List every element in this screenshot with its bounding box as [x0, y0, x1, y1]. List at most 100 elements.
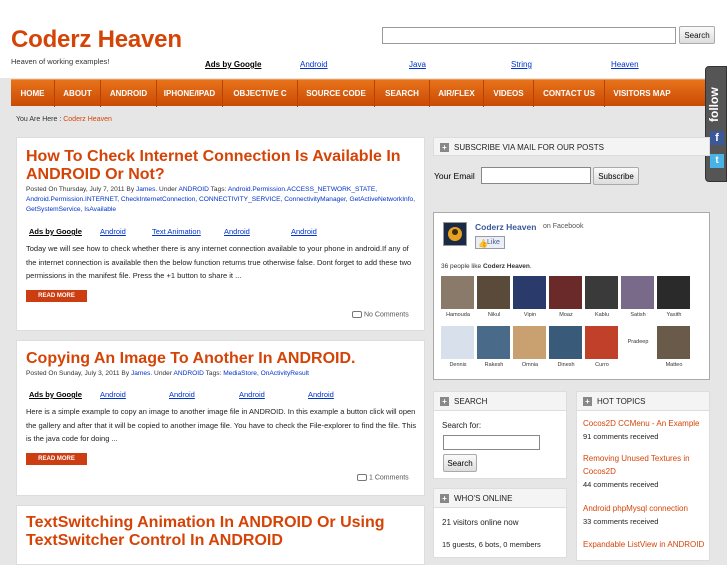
- site-title[interactable]: Coderz Heaven: [11, 26, 182, 54]
- ad-link[interactable]: Android: [291, 227, 317, 236]
- hot-topic-link[interactable]: Removing Unused Textures in Cocos2D: [583, 454, 690, 476]
- fb-fan-avatar[interactable]: [513, 326, 546, 359]
- fb-fan-avatar[interactable]: [477, 326, 510, 359]
- post-excerpt: Here is a simple example to copy an imag…: [26, 407, 417, 443]
- fb-fan-name[interactable]: Vipin: [510, 312, 550, 318]
- ad-link[interactable]: Android: [100, 227, 126, 236]
- email-field[interactable]: [481, 167, 591, 184]
- hot-topic-count: 91 comments received: [583, 432, 659, 441]
- subscribe-title: + SUBSCRIBE VIA MAIL FOR OUR POSTS: [433, 137, 710, 156]
- search-widget-title-text: SEARCH: [454, 397, 488, 406]
- post-author[interactable]: James: [131, 370, 150, 377]
- ad-link[interactable]: Android: [239, 390, 265, 399]
- fb-fan-name[interactable]: Rakesh: [474, 362, 514, 368]
- page-avatar[interactable]: [443, 222, 467, 246]
- expand-icon[interactable]: +: [583, 397, 592, 406]
- fb-fan-avatar[interactable]: [585, 276, 618, 309]
- fb-fan-name[interactable]: Dennis: [438, 362, 478, 368]
- fb-fan-avatar[interactable]: [513, 276, 546, 309]
- expand-icon[interactable]: +: [440, 397, 449, 406]
- fb-fan-avatar[interactable]: [549, 326, 582, 359]
- hot-topic-link[interactable]: Cocos2D CCMenu - An Example: [583, 419, 700, 428]
- hot-topic-link[interactable]: Android phpMysql connection: [583, 504, 688, 513]
- nav-iphone-ipad[interactable]: IPHONE/IPAD: [157, 80, 223, 107]
- ads-by-google-link[interactable]: Ads by Google: [205, 60, 261, 69]
- ad-link[interactable]: Android: [224, 227, 250, 236]
- twitter-icon[interactable]: t: [710, 154, 724, 168]
- nav-home[interactable]: HOME: [11, 80, 55, 107]
- search-button[interactable]: Search: [443, 454, 477, 472]
- post-tags[interactable]: MediaStore, OnActivityResult: [223, 370, 309, 377]
- fb-fan-avatar[interactable]: [657, 326, 690, 359]
- hot-topics-widget: + HOT TOPICS Cocos2D CCMenu - An Example 9…: [576, 391, 710, 561]
- nav-search[interactable]: SEARCH: [375, 80, 430, 107]
- fb-fan-avatar[interactable]: [549, 276, 582, 309]
- post-ad-row: Ads by Google Android Android Android An…: [29, 390, 419, 402]
- ad-link-heaven[interactable]: Heaven: [611, 60, 639, 69]
- ad-link-android[interactable]: Android: [300, 60, 328, 69]
- fb-fan-avatar[interactable]: [477, 276, 510, 309]
- nav-contact-us[interactable]: CONTACT US: [534, 80, 605, 107]
- fb-fan-name[interactable]: Pradeep: [618, 339, 658, 345]
- fb-fan-name[interactable]: Omnia: [510, 362, 550, 368]
- email-label: Your Email: [434, 171, 475, 181]
- read-more-button[interactable]: READ MORE: [26, 453, 87, 465]
- ad-link[interactable]: Android: [169, 390, 195, 399]
- fb-fan-name[interactable]: Dinesh: [546, 362, 586, 368]
- post-comments[interactable]: No Comments: [352, 311, 409, 318]
- top-search-button[interactable]: Search: [679, 26, 715, 44]
- ad-link[interactable]: Android: [308, 390, 334, 399]
- subscribe-widget: + SUBSCRIBE VIA MAIL FOR OUR POSTS Your E…: [433, 137, 710, 199]
- fb-fan-name[interactable]: Hamouda: [438, 312, 478, 318]
- expand-icon[interactable]: +: [440, 143, 449, 152]
- post-excerpt: Today we will see how to check whether t…: [26, 244, 412, 280]
- fb-likes-name: Coderz Heaven: [482, 263, 530, 270]
- top-search-input[interactable]: [382, 27, 676, 44]
- fb-fan-name[interactable]: Curro: [582, 362, 622, 368]
- post-title[interactable]: Copying An Image To Another In ANDROID.: [26, 350, 421, 368]
- fb-fan-name[interactable]: Satish: [618, 312, 658, 318]
- ad-link[interactable]: Android: [100, 390, 126, 399]
- nav-about[interactable]: ABOUT: [55, 80, 101, 107]
- nav-visitors-map[interactable]: VISITORS MAP: [605, 80, 679, 107]
- ad-link[interactable]: Text Animation: [152, 227, 201, 236]
- fb-like-label: Like: [487, 239, 500, 246]
- nav-air-flex[interactable]: AIR/FLEX: [430, 80, 484, 107]
- expand-icon[interactable]: +: [440, 494, 449, 503]
- fb-fan-avatar[interactable]: [441, 326, 474, 359]
- fb-page-name[interactable]: Coderz Heaven: [475, 222, 536, 232]
- fb-fan-avatar[interactable]: [441, 276, 474, 309]
- fb-fan-name[interactable]: Yasith: [654, 312, 694, 318]
- ad-link-string[interactable]: String: [511, 60, 532, 69]
- ad-link-java[interactable]: Java: [409, 60, 426, 69]
- comment-icon: [352, 311, 362, 318]
- subscribe-title-text: SUBSCRIBE VIA MAIL FOR OUR POSTS: [454, 143, 604, 152]
- fb-fan-avatar[interactable]: [621, 276, 654, 309]
- hot-topics-title: + HOT TOPICS: [577, 392, 709, 411]
- fb-fan-name[interactable]: Matteo: [654, 362, 694, 368]
- post-comments[interactable]: 1 Comments: [357, 474, 409, 481]
- fb-fan-avatar[interactable]: [585, 326, 618, 359]
- subscribe-button[interactable]: Subscribe: [593, 167, 639, 185]
- hot-topic-count: 33 comments received: [583, 517, 659, 526]
- breadcrumb-current[interactable]: Coderz Heaven: [63, 116, 112, 123]
- fb-fan-avatar[interactable]: [657, 276, 690, 309]
- post-category[interactable]: ANDROID: [173, 370, 203, 377]
- post-title[interactable]: How To Check Internet Connection Is Avai…: [26, 148, 421, 184]
- post-author[interactable]: James: [136, 186, 155, 193]
- fb-fan-name[interactable]: Moaz: [546, 312, 586, 318]
- nav-videos[interactable]: VIDEOS: [484, 80, 534, 107]
- read-more-button[interactable]: READ MORE: [26, 290, 87, 302]
- fb-like-button[interactable]: 👍 Like: [475, 236, 505, 249]
- nav-source-code[interactable]: SOURCE CODE: [298, 80, 375, 107]
- fb-fan-name[interactable]: Nikul: [474, 312, 514, 318]
- ads-by-google-link[interactable]: Ads by Google: [29, 390, 82, 399]
- fb-fan-name[interactable]: Kablu: [582, 312, 622, 318]
- nav-android[interactable]: ANDROID: [101, 80, 157, 107]
- follow-label: follow: [707, 87, 721, 123]
- ads-by-google-link[interactable]: Ads by Google: [29, 227, 82, 236]
- nav-objective-c[interactable]: OBJECTIVE C: [223, 80, 298, 107]
- facebook-icon[interactable]: f: [710, 131, 724, 145]
- search-input[interactable]: [443, 435, 540, 450]
- post-category[interactable]: ANDROID: [178, 186, 208, 193]
